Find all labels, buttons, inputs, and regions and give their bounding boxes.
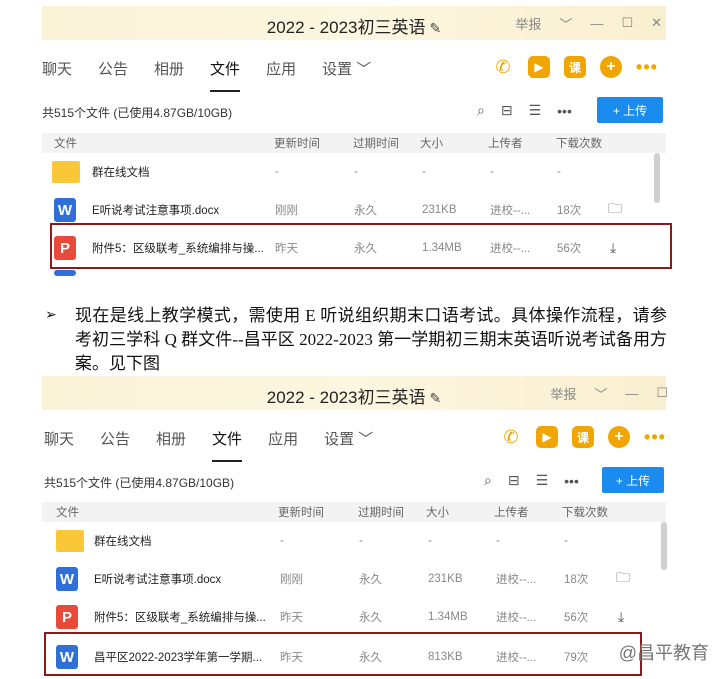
- inbox-icon[interactable]: ⊟: [508, 472, 520, 489]
- file-info: 共515个文件 (已使用4.87GB/10GB): [44, 476, 235, 490]
- tab-bar: 聊天 公告 相册 文件 应用 设置 ﹀: [44, 416, 399, 462]
- report-button[interactable]: 举报: [515, 14, 541, 33]
- open-folder-icon[interactable]: 🗀: [608, 198, 622, 222]
- scrollbar[interactable]: [661, 522, 667, 570]
- table-header: 文件 更新时间 过期时间 大小 上传者 下载次数: [42, 502, 666, 522]
- table-row[interactable]: 群在线文档 - - - - -: [42, 522, 666, 560]
- more-icon[interactable]: •••: [636, 56, 658, 78]
- word-icon: W: [56, 567, 78, 591]
- open-folder-icon[interactable]: 🗀: [616, 567, 630, 591]
- close-icon[interactable]: ✕: [651, 15, 662, 31]
- list-icon[interactable]: ☰: [529, 102, 542, 119]
- tab-bar: 聊天 公告 相册 文件 应用 设置 ﹀: [42, 46, 397, 92]
- highlight-box: [44, 632, 642, 676]
- word-icon: W: [54, 198, 76, 222]
- upload-button[interactable]: + 上传: [602, 467, 664, 493]
- tab-announcement[interactable]: 公告: [100, 428, 130, 449]
- window-controls: 举报 ﹀ — ☐ ✕: [497, 6, 662, 40]
- video-icon[interactable]: ▶: [528, 56, 550, 78]
- tab-album[interactable]: 相册: [154, 58, 184, 79]
- title-bar: 2022 - 2023初三英语 ✎ 举报 ﹀ — ☐ ✕: [42, 6, 666, 40]
- tab-apps[interactable]: 应用: [268, 428, 298, 449]
- phone-icon[interactable]: ✆: [500, 426, 522, 448]
- word-icon: [54, 270, 76, 276]
- tab-chat[interactable]: 聊天: [44, 428, 74, 449]
- add-icon[interactable]: +: [600, 56, 622, 78]
- bullet-icon: ➢: [45, 306, 57, 322]
- course-icon[interactable]: 课: [564, 56, 586, 78]
- table-header: 文件 更新时间 过期时间 大小 上传者 下载次数: [42, 133, 666, 153]
- watermark: @昌平教育: [618, 643, 709, 663]
- course-icon[interactable]: 课: [572, 426, 594, 448]
- tab-files[interactable]: 文件: [210, 58, 241, 92]
- file-info: 共515个文件 (已使用4.87GB/10GB): [42, 106, 233, 120]
- file-tools: ⌕ ⊟ ☰ •••: [484, 472, 595, 489]
- search-icon[interactable]: ⌕: [477, 102, 485, 119]
- table-row[interactable]: W E听说考试注意事项.docx 刚刚 永久 231KB 进校--... 18次…: [42, 560, 666, 598]
- folder-icon: [56, 530, 84, 552]
- bottom-panel: 2022 - 2023初三英语 ✎ 举报 ﹀ — ☐ 聊天 公告 相册 文件 应用…: [42, 376, 668, 676]
- edit-icon[interactable]: ✎: [430, 390, 442, 406]
- file-tools: ⌕ ⊟ ☰ •••: [477, 102, 588, 119]
- report-button[interactable]: 举报: [550, 384, 576, 403]
- chevron-down-icon[interactable]: ﹀: [559, 14, 572, 33]
- table-row[interactable]: P 附件5：区级联考_系统编排与操... 昨天 永久 1.34MB 进校--..…: [42, 598, 666, 636]
- tab-chat[interactable]: 聊天: [42, 58, 72, 79]
- maximize-icon[interactable]: ☐: [656, 385, 668, 401]
- inbox-icon[interactable]: ⊟: [501, 102, 513, 119]
- action-icons: ✆ ▶ 课 + •••: [486, 426, 666, 448]
- tab-settings[interactable]: 设置 ﹀: [322, 58, 371, 79]
- tab-album[interactable]: 相册: [156, 428, 186, 449]
- more-options-icon[interactable]: •••: [564, 473, 579, 489]
- minimize-icon[interactable]: —: [590, 16, 603, 31]
- download-icon[interactable]: ⤓: [618, 609, 624, 626]
- chevron-down-icon[interactable]: ﹀: [594, 384, 607, 403]
- video-icon[interactable]: ▶: [536, 426, 558, 448]
- folder-icon: [52, 161, 80, 183]
- ppt-icon: P: [56, 605, 78, 629]
- phone-icon[interactable]: ✆: [492, 56, 514, 78]
- edit-icon[interactable]: ✎: [430, 20, 442, 36]
- table-row[interactable]: 群在线文档 - - - - -: [42, 153, 666, 191]
- maximize-icon[interactable]: ☐: [621, 15, 633, 31]
- tab-files[interactable]: 文件: [212, 428, 243, 462]
- minimize-icon[interactable]: —: [625, 386, 638, 401]
- action-icons: ✆ ▶ 课 + •••: [478, 56, 658, 78]
- highlight-box: [50, 223, 672, 269]
- more-icon[interactable]: •••: [644, 426, 666, 448]
- tab-settings[interactable]: 设置 ﹀: [324, 428, 373, 449]
- add-icon[interactable]: +: [608, 426, 630, 448]
- search-icon[interactable]: ⌕: [484, 472, 492, 489]
- list-icon[interactable]: ☰: [536, 472, 549, 489]
- more-options-icon[interactable]: •••: [557, 103, 572, 119]
- title-bar: 2022 - 2023初三英语 ✎ 举报 ﹀ — ☐: [42, 376, 668, 410]
- upload-button[interactable]: + 上传: [597, 97, 663, 123]
- tab-apps[interactable]: 应用: [266, 58, 296, 79]
- window-controls: 举报 ﹀ — ☐: [532, 376, 668, 410]
- tab-announcement[interactable]: 公告: [98, 58, 128, 79]
- scrollbar[interactable]: [654, 153, 660, 203]
- instruction-paragraph: 现在是线上教学模式，需使用 E 听说组织期末口语考试。具体操作流程，请参考初三学…: [75, 306, 667, 373]
